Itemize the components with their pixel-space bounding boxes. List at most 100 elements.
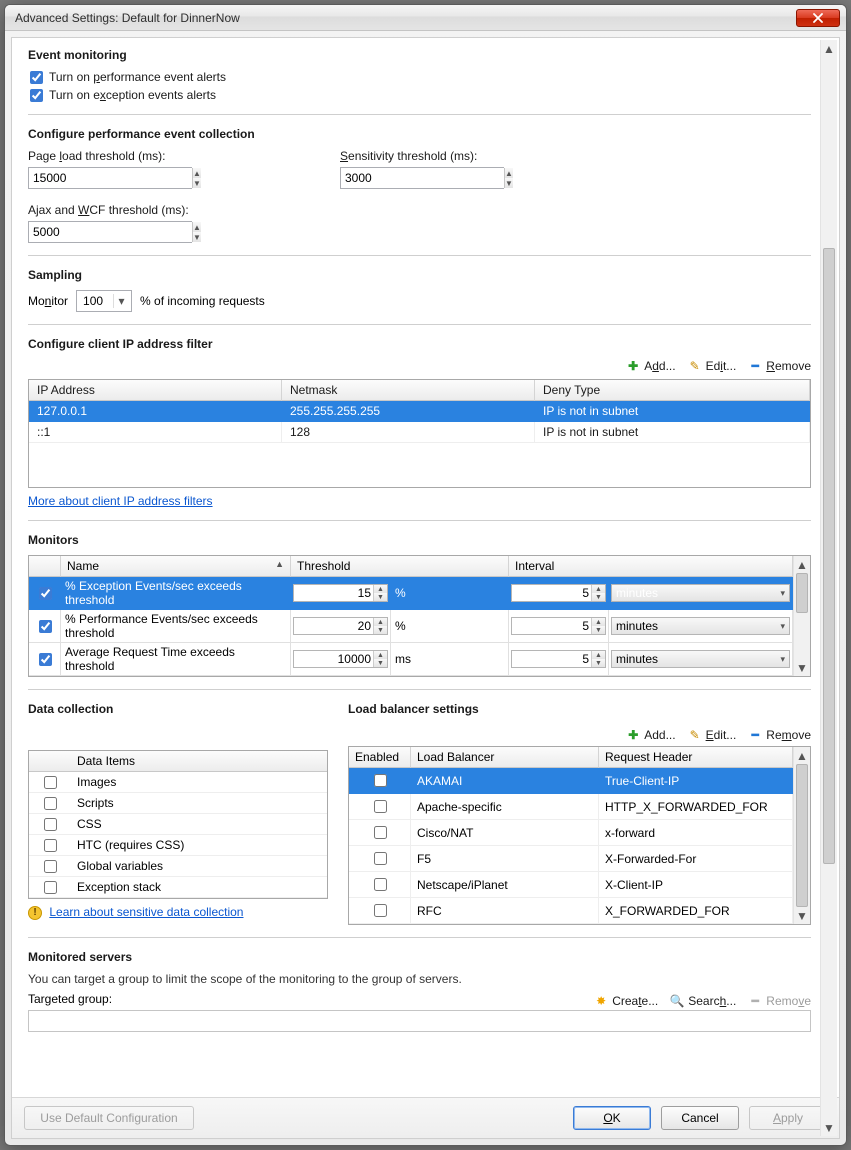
spin-down-icon[interactable]: ▼ (592, 626, 605, 634)
lb-enabled-checkbox[interactable] (374, 878, 387, 891)
checkbox-exc-alerts-input[interactable] (30, 89, 43, 102)
data-item-checkbox[interactable] (44, 839, 57, 852)
ajax-spinner[interactable]: ▲▼ (28, 221, 192, 243)
spin-down-icon[interactable]: ▼ (592, 659, 605, 667)
interval-input[interactable] (512, 585, 591, 601)
lb-row[interactable]: Apache-specificHTTP_X_FORWARDED_FOR (349, 794, 793, 820)
spin-down-icon[interactable]: ▼ (505, 178, 513, 188)
interval-input[interactable] (512, 651, 591, 667)
main-scrollbar[interactable]: ▲ ▼ (820, 40, 837, 1136)
interval-unit-select[interactable]: minutes▾ (611, 650, 790, 668)
ip-col-netmask[interactable]: Netmask (282, 380, 535, 401)
data-item-checkbox[interactable] (44, 818, 57, 831)
lb-row[interactable]: Cisco/NATx-forward (349, 820, 793, 846)
spin-down-icon[interactable]: ▼ (374, 659, 387, 667)
monitors-col-interval[interactable]: Interval (509, 556, 793, 577)
lb-enabled-checkbox[interactable] (374, 852, 387, 865)
threshold-input[interactable] (294, 585, 373, 601)
ip-col-ip[interactable]: IP Address (29, 380, 282, 401)
data-item-row[interactable]: Exception stack (29, 877, 327, 898)
interval-input[interactable] (512, 618, 591, 634)
data-item-row[interactable]: HTC (requires CSS) (29, 835, 327, 856)
ajax-input[interactable] (29, 222, 192, 242)
spin-buttons[interactable]: ▲▼ (504, 168, 513, 188)
lb-add-button[interactable]: ✚Add... (626, 728, 675, 742)
data-item-checkbox[interactable] (44, 797, 57, 810)
server-search-button[interactable]: 🔍Search... (670, 994, 736, 1008)
ip-filter-link[interactable]: More about client IP address filters (28, 494, 213, 508)
lb-col-enabled[interactable]: Enabled (349, 747, 411, 768)
scroll-up-icon[interactable]: ▲ (794, 747, 810, 764)
lb-row[interactable]: F5X-Forwarded-For (349, 846, 793, 872)
targeted-group-input[interactable] (28, 1010, 811, 1032)
monitors-col-threshold[interactable]: Threshold (291, 556, 509, 577)
monitors-col-name[interactable]: Name▲ (61, 556, 291, 577)
spin-up-icon[interactable]: ▲ (374, 651, 387, 659)
lb-row[interactable]: AKAMAITrue-Client-IP (349, 768, 793, 794)
spin-down-icon[interactable]: ▼ (374, 593, 387, 601)
cancel-button[interactable]: Cancel (661, 1106, 739, 1130)
server-create-button[interactable]: ✸Create... (594, 994, 658, 1008)
data-item-row[interactable]: Scripts (29, 793, 327, 814)
spin-up-icon[interactable]: ▲ (374, 618, 387, 626)
lb-remove-button[interactable]: ━Remove (748, 728, 811, 742)
data-item-checkbox[interactable] (44, 881, 57, 894)
data-items-col[interactable]: Data Items (71, 751, 327, 771)
lb-enabled-checkbox[interactable] (374, 774, 387, 787)
lb-enabled-checkbox[interactable] (374, 904, 387, 917)
threshold-spinner[interactable]: ▲▼ (293, 584, 388, 602)
spin-down-icon[interactable]: ▼ (374, 626, 387, 634)
lb-row[interactable]: Netscape/iPlanetX-Client-IP (349, 872, 793, 898)
data-item-checkbox[interactable] (44, 776, 57, 789)
spin-up-icon[interactable]: ▲ (592, 585, 605, 593)
data-item-row[interactable]: CSS (29, 814, 327, 835)
checkbox-perf-alerts-input[interactable] (30, 71, 43, 84)
spin-buttons[interactable]: ▲▼ (192, 222, 201, 242)
page-load-spinner[interactable]: ▲▼ (28, 167, 192, 189)
threshold-spinner[interactable]: ▲▼ (293, 617, 388, 635)
data-item-row[interactable]: Images (29, 772, 327, 793)
sensitivity-input[interactable] (341, 168, 504, 188)
spin-up-icon[interactable]: ▲ (193, 168, 201, 178)
spin-down-icon[interactable]: ▼ (592, 593, 605, 601)
interval-spinner[interactable]: ▲▼ (511, 617, 606, 635)
checkbox-perf-alerts[interactable]: Turn on performance event alerts (30, 70, 811, 84)
ip-col-deny[interactable]: Deny Type (535, 380, 810, 401)
monitor-row-checkbox[interactable] (39, 620, 52, 633)
lb-enabled-checkbox[interactable] (374, 826, 387, 839)
sensitivity-spinner[interactable]: ▲▼ (340, 167, 504, 189)
ip-edit-button[interactable]: ✎Edit... (688, 359, 737, 373)
ok-button[interactable]: OK (573, 1106, 651, 1130)
monitors-scrollbar[interactable]: ▲ ▼ (793, 556, 810, 676)
scroll-down-icon[interactable]: ▼ (794, 907, 810, 924)
monitors-row[interactable]: % Performance Events/sec exceeds thresho… (29, 610, 793, 643)
lb-row[interactable]: RFCX_FORWARDED_FOR (349, 898, 793, 924)
monitors-row[interactable]: Average Request Time exceeds threshold▲▼… (29, 643, 793, 676)
scroll-down-icon[interactable]: ▼ (821, 1119, 837, 1136)
ip-add-button[interactable]: ✚Add... (626, 359, 675, 373)
scroll-up-icon[interactable]: ▲ (821, 40, 837, 57)
monitors-row[interactable]: % Exception Events/sec exceeds threshold… (29, 577, 793, 610)
spin-down-icon[interactable]: ▼ (193, 232, 201, 242)
spin-up-icon[interactable]: ▲ (374, 585, 387, 593)
spin-up-icon[interactable]: ▲ (505, 168, 513, 178)
close-button[interactable] (796, 9, 840, 27)
interval-spinner[interactable]: ▲▼ (511, 584, 606, 602)
checkbox-exc-alerts[interactable]: Turn on exception events alerts (30, 88, 811, 102)
spin-buttons[interactable]: ▲▼ (192, 168, 201, 188)
interval-spinner[interactable]: ▲▼ (511, 650, 606, 668)
data-item-row[interactable]: Global variables (29, 856, 327, 877)
spin-up-icon[interactable]: ▲ (193, 222, 201, 232)
data-item-checkbox[interactable] (44, 860, 57, 873)
threshold-input[interactable] (294, 651, 373, 667)
threshold-spinner[interactable]: ▲▼ (293, 650, 388, 668)
lb-enabled-checkbox[interactable] (374, 800, 387, 813)
interval-unit-select[interactable]: minutes▾ (611, 617, 790, 635)
lb-edit-button[interactable]: ✎Edit... (688, 728, 737, 742)
ip-table-row[interactable]: ::1 128 IP is not in subnet (29, 422, 810, 443)
interval-unit-select[interactable]: minutes▾ (611, 584, 790, 602)
spin-up-icon[interactable]: ▲ (592, 618, 605, 626)
scroll-down-icon[interactable]: ▼ (794, 659, 810, 676)
data-collection-link[interactable]: Learn about sensitive data collection (49, 905, 243, 919)
threshold-input[interactable] (294, 618, 373, 634)
